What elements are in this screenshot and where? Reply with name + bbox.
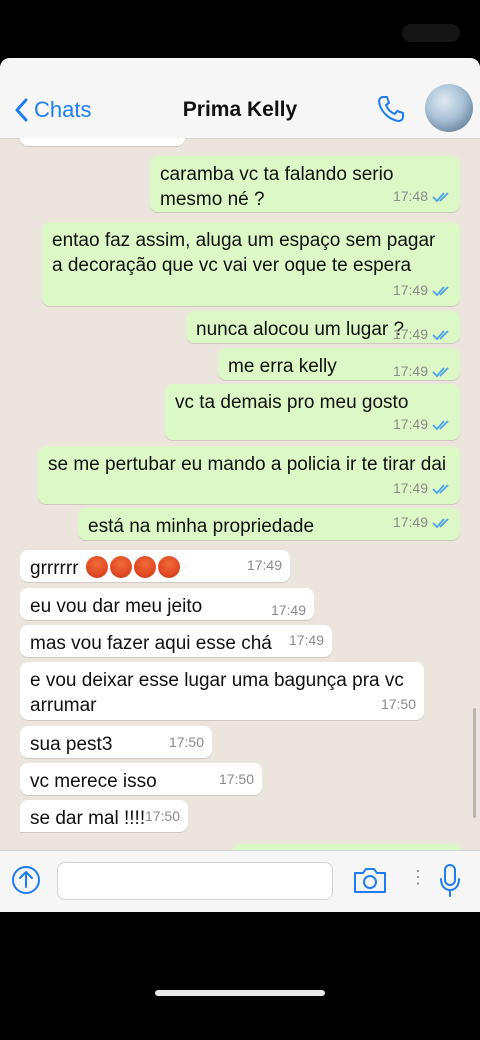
chat-header: Chats Prima Kelly xyxy=(0,58,480,139)
message-bubble-incoming[interactable]: eu vou dar meu jeito 17:49 xyxy=(20,588,314,620)
contact-name[interactable]: Prima Kelly xyxy=(140,98,340,122)
whatsapp-chat-screen: Chats Prima Kelly caramba vc ta falando … xyxy=(0,58,480,912)
message-meta: 17:49 xyxy=(247,553,282,578)
message-meta: 17:49 xyxy=(393,322,452,347)
message-bubble-incoming[interactable]: sua pest3 17:50 xyxy=(20,726,212,758)
phone-icon[interactable] xyxy=(376,94,406,124)
avatar[interactable] xyxy=(425,84,473,132)
message-meta: 17:50 xyxy=(145,804,180,829)
message-input-bar: ⋮ xyxy=(0,850,480,912)
read-ticks-icon xyxy=(432,483,449,494)
message-time: 17:49 xyxy=(392,363,428,379)
message-time: 17:49 xyxy=(392,416,428,432)
message-meta: 17:49 xyxy=(289,628,324,653)
message-bubble-outgoing[interactable]: caramba vc ta falando serio mesmo né ? 1… xyxy=(150,156,460,212)
message-bubble-outgoing[interactable]: se me pertubar eu mando a policia ir te … xyxy=(38,446,460,504)
message-meta: 17:49 xyxy=(393,412,452,437)
message-bubble-outgoing[interactable]: nunca alocou um lugar ? 17:49 xyxy=(186,311,460,343)
message-time: 17:49 xyxy=(246,557,282,573)
message-meta: 17:50 xyxy=(169,730,204,755)
camera-icon[interactable] xyxy=(353,866,387,894)
message-text: entao faz assim, aluga um espaço sem pag… xyxy=(52,230,441,276)
read-ticks-icon xyxy=(432,517,449,528)
message-text: se me pertubar eu mando a policia ir te … xyxy=(48,454,447,475)
message-bubble-outgoing[interactable]: entao faz assim, aluga um espaço sem pag… xyxy=(42,222,460,306)
message-meta: 17:49 xyxy=(393,510,452,535)
message-text: grrrrrr xyxy=(30,556,280,581)
angry-face-emoji xyxy=(109,556,132,578)
microphone-icon[interactable] xyxy=(439,863,461,899)
message-time: 17:50 xyxy=(218,771,254,787)
message-time: 17:50 xyxy=(380,696,416,712)
message-time: 17:49 xyxy=(270,602,306,618)
angry-face-emoji xyxy=(157,556,180,578)
message-text: e vou deixar esse lugar uma bagunça pra … xyxy=(30,670,410,716)
read-ticks-icon xyxy=(432,329,449,340)
message-text-content: grrrrrr xyxy=(30,558,79,579)
message-time: 17:49 xyxy=(288,632,324,648)
angry-face-emoji xyxy=(85,556,108,578)
more-icon[interactable]: ⋮ xyxy=(409,867,427,888)
message-time: 17:49 xyxy=(392,480,428,496)
back-button[interactable]: Chats xyxy=(14,94,91,126)
message-bubble-incoming[interactable]: mas vou fazer aqui esse chá 17:49 xyxy=(20,625,332,657)
message-meta: 17:50 xyxy=(219,767,254,792)
message-meta: 17:49 xyxy=(393,476,452,501)
message-time: 17:49 xyxy=(392,514,428,530)
read-ticks-icon xyxy=(432,419,449,430)
upload-icon[interactable] xyxy=(11,865,41,895)
read-ticks-icon xyxy=(432,191,449,202)
message-time: 17:48 xyxy=(392,188,428,204)
message-text: mas vou fazer aqui esse chá xyxy=(30,633,272,654)
message-bubble-outgoing[interactable]: está na minha propriedade 17:49 xyxy=(78,508,460,540)
home-indicator[interactable] xyxy=(155,990,325,996)
read-ticks-icon xyxy=(432,285,449,296)
message-meta: 17:49 xyxy=(393,278,452,303)
message-bubble-incoming[interactable]: vc merece isso 17:50 xyxy=(20,763,262,795)
message-bubble-outgoing[interactable]: me erra kelly 17:49 xyxy=(218,348,460,380)
message-bubble-incoming[interactable]: se dar mal !!!! 17:50 xyxy=(20,800,188,832)
message-meta: 17:50 xyxy=(381,692,416,717)
message-time: 17:50 xyxy=(168,734,204,750)
message-bubble-incoming[interactable]: e vou deixar esse lugar uma bagunça pra … xyxy=(20,662,424,720)
back-label: Chats xyxy=(34,97,92,122)
message-bubble-outgoing[interactable]: vc ta demais pro meu gosto 17:49 xyxy=(165,384,460,440)
message-text: eu vou dar meu jeito xyxy=(30,596,203,617)
message-input[interactable] xyxy=(57,862,333,900)
message-time: 17:49 xyxy=(392,282,428,298)
scrollbar[interactable] xyxy=(473,708,476,818)
angry-face-emoji xyxy=(133,556,156,578)
message-time: 17:49 xyxy=(392,326,428,342)
partial-message xyxy=(20,138,185,146)
message-meta: 17:49 xyxy=(393,359,452,384)
chevron-left-icon xyxy=(15,98,28,122)
message-bubble-incoming[interactable]: grrrrrr 17:49 xyxy=(20,550,290,582)
message-meta: 17:48 xyxy=(393,184,452,209)
message-list: caramba vc ta falando serio mesmo né ? 1… xyxy=(0,138,480,852)
message-meta: 17:49 xyxy=(271,598,306,623)
read-ticks-icon xyxy=(432,366,449,377)
camera-notch xyxy=(402,24,460,42)
message-time: 17:50 xyxy=(144,808,180,824)
